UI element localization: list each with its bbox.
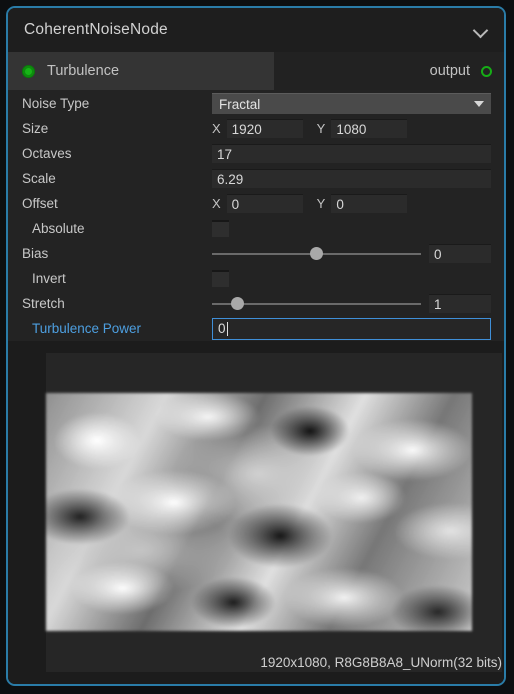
row-bias: Bias bbox=[8, 241, 504, 266]
text-caret-icon bbox=[226, 321, 228, 336]
port-open-icon[interactable] bbox=[481, 65, 492, 77]
octaves-label: Octaves bbox=[22, 146, 72, 161]
octaves-input[interactable] bbox=[212, 144, 491, 163]
input-port-label: Turbulence bbox=[47, 63, 120, 79]
invert-label: Invert bbox=[32, 271, 66, 286]
size-x-input[interactable] bbox=[226, 119, 303, 138]
port-connected-icon[interactable] bbox=[22, 64, 35, 78]
offset-x-axis-label: X bbox=[212, 196, 221, 211]
preview-panel[interactable]: 1920x1080, R8G8B8A8_UNorm(32 bits) bbox=[46, 353, 502, 672]
scale-input[interactable] bbox=[212, 169, 491, 188]
row-scale: Scale bbox=[8, 166, 504, 191]
caret-down-icon bbox=[474, 101, 484, 107]
node-ports-row: Turbulence output bbox=[8, 52, 504, 90]
input-port-turbulence[interactable]: Turbulence bbox=[8, 52, 274, 90]
bias-value-input[interactable] bbox=[429, 244, 491, 263]
stretch-slider[interactable] bbox=[212, 294, 421, 313]
offset-label: Offset bbox=[22, 196, 58, 211]
row-noise-type: Noise Type Fractal bbox=[8, 91, 504, 116]
noise-preview-image bbox=[46, 393, 472, 631]
row-invert: Invert bbox=[8, 266, 504, 291]
bias-slider[interactable] bbox=[212, 244, 421, 263]
size-y-input[interactable] bbox=[331, 119, 408, 138]
absolute-label: Absolute bbox=[32, 221, 85, 236]
size-label: Size bbox=[22, 121, 49, 136]
stretch-slider-knob[interactable] bbox=[230, 297, 244, 310]
size-y-axis-label: Y bbox=[316, 121, 326, 136]
row-turbulence-power: Turbulence Power 0 bbox=[8, 316, 504, 341]
noise-type-value: Fractal bbox=[219, 96, 261, 112]
stretch-value-input[interactable] bbox=[429, 294, 491, 313]
size-x-axis-label: X bbox=[212, 121, 221, 136]
absolute-checkbox[interactable] bbox=[212, 220, 229, 237]
output-port-label: output bbox=[429, 63, 470, 79]
chevron-down-icon[interactable] bbox=[472, 21, 490, 39]
offset-y-input[interactable] bbox=[331, 194, 408, 213]
properties-panel: Noise Type Fractal Size X Y Octaves bbox=[8, 90, 504, 341]
preview-status-text: 1920x1080, R8G8B8A8_UNorm(32 bits) bbox=[260, 655, 502, 670]
offset-y-axis-label: Y bbox=[316, 196, 326, 211]
row-size: Size X Y bbox=[8, 116, 504, 141]
turbulence-power-value: 0 bbox=[218, 320, 226, 336]
noise-type-label: Noise Type bbox=[22, 96, 90, 111]
row-octaves: Octaves bbox=[8, 141, 504, 166]
coherent-noise-node[interactable]: CoherentNoiseNode Turbulence output Nois… bbox=[6, 6, 506, 686]
output-port[interactable]: output bbox=[274, 52, 504, 90]
scale-label: Scale bbox=[22, 171, 56, 186]
bias-label: Bias bbox=[22, 246, 49, 261]
preview-area: 1920x1080, R8G8B8A8_UNorm(32 bits) bbox=[8, 341, 504, 684]
row-offset: Offset X Y bbox=[8, 191, 504, 216]
row-absolute: Absolute bbox=[8, 216, 504, 241]
turbulence-power-input[interactable]: 0 bbox=[212, 317, 491, 340]
turbulence-power-label: Turbulence Power bbox=[32, 321, 142, 336]
offset-x-input[interactable] bbox=[226, 194, 303, 213]
invert-checkbox[interactable] bbox=[212, 270, 229, 287]
bias-slider-knob[interactable] bbox=[310, 247, 323, 260]
noise-type-select[interactable]: Fractal bbox=[212, 93, 491, 114]
page-title: CoherentNoiseNode bbox=[24, 21, 168, 38]
stretch-label: Stretch bbox=[22, 296, 65, 311]
row-stretch: Stretch bbox=[8, 291, 504, 316]
node-titlebar[interactable]: CoherentNoiseNode bbox=[8, 8, 504, 52]
